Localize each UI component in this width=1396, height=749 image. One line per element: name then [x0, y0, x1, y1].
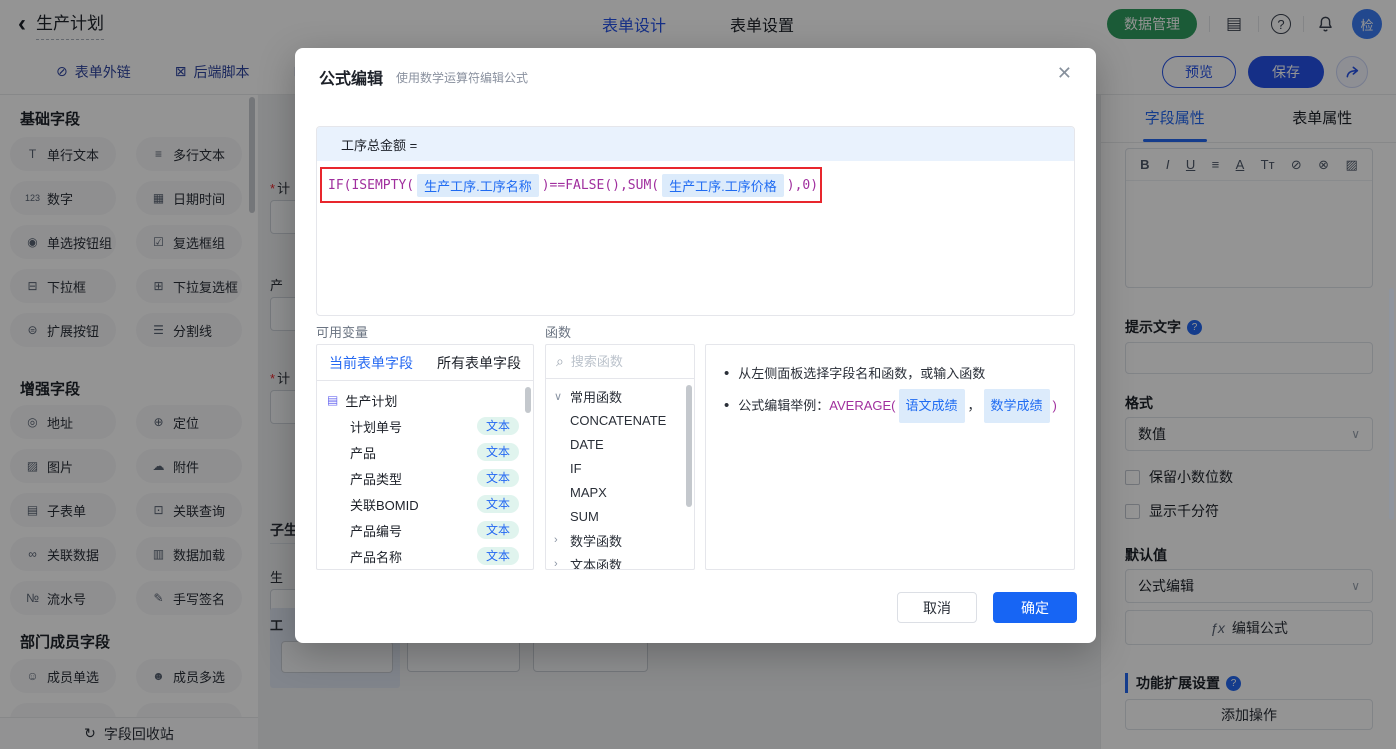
- example-field-chip: 数学成绩: [983, 389, 1050, 423]
- cancel-button[interactable]: 取消: [897, 592, 977, 623]
- example-function: ): [1052, 398, 1057, 413]
- type-badge: 文本: [476, 469, 519, 487]
- variable-field-row[interactable]: 计划单号 文本: [317, 413, 533, 439]
- close-icon[interactable]: ✕: [1057, 63, 1072, 84]
- chevron-right-icon: ›: [554, 558, 558, 570]
- group-name: 数学函数: [570, 533, 623, 549]
- tab-current-form-fields[interactable]: 当前表单字段: [329, 353, 413, 373]
- tip-text: 从左侧面板选择字段名和函数，或输入函数: [738, 366, 986, 381]
- formula-target-text: 工序总金额 =: [341, 137, 418, 153]
- functions-scrollbar[interactable]: [686, 385, 692, 507]
- example-field-chip: 语文成绩: [898, 389, 965, 423]
- field-name: 产品类型: [350, 471, 403, 487]
- modal-subtitle: 使用数学运算符编辑公式: [396, 71, 529, 85]
- function-item[interactable]: CONCATENATE: [546, 408, 694, 432]
- type-badge: 文本: [476, 417, 519, 435]
- bullet-icon: •: [724, 365, 730, 382]
- type-badge: 文本: [476, 443, 519, 461]
- window-scrollbar[interactable]: [1389, 288, 1394, 520]
- variables-panel: 当前表单字段 所有表单字段 ▤ 生产计划 计划单号 文本 产品 文本 产品类型 文本 …: [316, 344, 534, 570]
- function-item[interactable]: IF: [546, 456, 694, 480]
- variable-field-row[interactable]: 产品编号 文本: [317, 517, 533, 543]
- functions-section-label: 函数: [545, 325, 572, 340]
- tip-text: ，: [967, 398, 981, 413]
- chevron-down-icon: ∨: [554, 390, 563, 403]
- search-icon: ⌕: [556, 353, 564, 369]
- field-name: 关联BOMID: [350, 497, 419, 513]
- variables-scrollbar[interactable]: [525, 387, 531, 413]
- form-icon: ▤: [327, 393, 339, 407]
- variables-section-label: 可用变量: [316, 325, 369, 340]
- form-tree-node[interactable]: ▤ 生产计划: [317, 387, 533, 413]
- formula-editor-card: 工序总金额 = IF(ISEMPTY( 生产工序.工序名称 )==FALSE()…: [316, 126, 1075, 316]
- function-item[interactable]: DATE: [546, 432, 694, 456]
- type-badge: 文本: [476, 547, 519, 565]
- formula-code: ),0): [786, 177, 819, 193]
- tab-all-form-fields[interactable]: 所有表单字段: [437, 353, 521, 373]
- group-name: 文本函数: [570, 557, 623, 570]
- functions-panel: ⌕ ∨ 常用函数 CONCATENATE DATE IF MAPX SUM › …: [545, 344, 695, 570]
- field-chip[interactable]: 生产工序.工序名称: [417, 173, 539, 197]
- modal-title: 公式编辑: [319, 71, 384, 88]
- function-search[interactable]: ⌕: [546, 345, 694, 379]
- field-name: 产品编号: [350, 523, 403, 539]
- type-badge: 文本: [476, 521, 519, 539]
- type-badge: 文本: [476, 495, 519, 513]
- variable-field-row[interactable]: 产品名称 文本: [317, 543, 533, 569]
- confirm-button[interactable]: 确定: [993, 592, 1077, 623]
- variable-field-row[interactable]: 产品类型 文本: [317, 465, 533, 491]
- group-name: 常用函数: [570, 389, 623, 405]
- tips-panel: • 从左侧面板选择字段名和函数，或输入函数 • 公式编辑举例： AVERAGE(…: [705, 344, 1075, 570]
- field-name: 产品: [350, 445, 377, 461]
- form-name: 生产计划: [345, 393, 398, 409]
- field-chip[interactable]: 生产工序.工序价格: [662, 173, 784, 197]
- function-search-input[interactable]: [570, 354, 671, 369]
- field-name: 产品名称: [350, 549, 403, 565]
- variable-field-row[interactable]: 关联BOMID 文本: [317, 491, 533, 517]
- formula-expression[interactable]: IF(ISEMPTY( 生产工序.工序名称 )==FALSE(),SUM( 生产…: [320, 167, 822, 203]
- chevron-right-icon: ›: [554, 534, 558, 546]
- tip-line-2: • 公式编辑举例： AVERAGE( 语文成绩 ， 数学成绩 ): [724, 389, 1057, 423]
- formula-code: IF(ISEMPTY(: [328, 177, 415, 193]
- tip-line-1: • 从左侧面板选择字段名和函数，或输入函数: [724, 359, 1056, 389]
- function-item[interactable]: MAPX: [546, 480, 694, 504]
- bullet-icon: •: [724, 397, 730, 414]
- function-group-common[interactable]: ∨ 常用函数: [546, 384, 694, 408]
- variable-field-row[interactable]: 产品 文本: [317, 439, 533, 465]
- function-item[interactable]: SUM: [546, 504, 694, 528]
- formula-target: 工序总金额 =: [317, 127, 1074, 161]
- function-group-math[interactable]: › 数学函数: [546, 528, 694, 552]
- app-root: ‹ 生产计划 表单设计 表单设置 数据管理 ▤ ? 检 ⊘ 表单外链 ⊠ 后端脚…: [0, 0, 1396, 749]
- formula-code: )==FALSE(),SUM(: [541, 177, 660, 193]
- field-name: 计划单号: [350, 419, 403, 435]
- example-function: AVERAGE(: [829, 398, 896, 413]
- formula-edit-modal: 公式编辑 使用数学运算符编辑公式 ✕ 工序总金额 = IF(ISEMPTY( 生…: [295, 48, 1096, 643]
- function-group-text[interactable]: › 文本函数: [546, 552, 694, 570]
- tip-text: 公式编辑举例：: [738, 398, 830, 413]
